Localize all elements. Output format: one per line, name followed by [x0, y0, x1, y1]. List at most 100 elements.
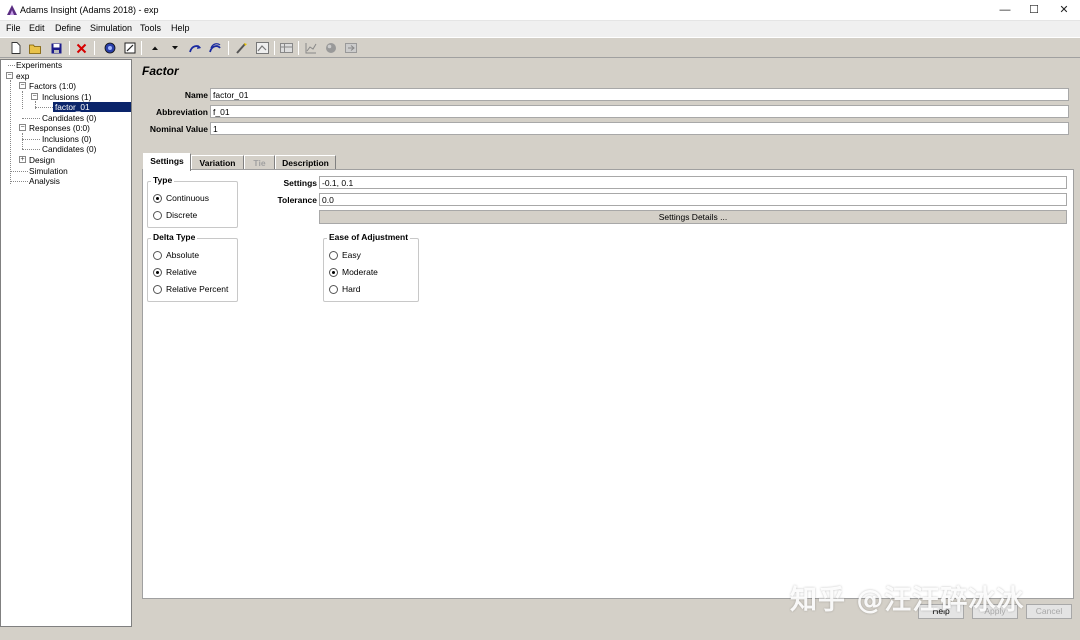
radio-relative-percent-label: Relative Percent [166, 284, 229, 294]
settings-label: Settings [283, 178, 317, 188]
move-up-icon[interactable] [146, 40, 163, 56]
cancel-button: Cancel [1026, 604, 1072, 619]
tab-settings[interactable]: Settings [143, 153, 191, 171]
abbreviation-input[interactable]: f_01 [210, 105, 1069, 118]
chart-icon[interactable] [254, 40, 271, 56]
nominal-value-label: Nominal Value [149, 124, 208, 134]
tree-item-exp[interactable]: exp [16, 71, 29, 81]
run-all-icon[interactable] [207, 40, 224, 56]
maximize-button[interactable]: ☐ [1019, 0, 1049, 21]
radio-absolute[interactable]: Absolute [153, 250, 199, 260]
delta-type-group-title: Delta Type [151, 232, 198, 242]
delete-icon[interactable] [73, 40, 90, 56]
radio-relative[interactable]: Relative [153, 267, 197, 277]
radio-hard-label: Hard [342, 284, 361, 294]
tree-connector [22, 133, 23, 149]
minimize-button[interactable]: — [990, 0, 1020, 21]
menu-edit[interactable]: Edit [29, 23, 45, 33]
tree-connector [22, 139, 40, 140]
radio-hard[interactable]: Hard [329, 284, 360, 294]
radio-easy[interactable]: Easy [329, 250, 361, 260]
tree-connector [10, 181, 28, 182]
tolerance-label: Tolerance [277, 195, 317, 205]
window-title: Adams Insight (Adams 2018) - exp [20, 5, 159, 15]
title-bar: Adams Insight (Adams 2018) - exp — ☐ ✕ [0, 0, 1080, 21]
tree-connector [8, 65, 15, 66]
toolbar [0, 37, 1080, 58]
tree-connector [10, 80, 11, 184]
settings-input[interactable]: -0.1, 0.1 [319, 176, 1067, 189]
radio-unselected-icon [329, 284, 338, 294]
radio-unselected-icon [153, 284, 162, 294]
menu-bar: File Edit Define Simulation Tools Help [0, 21, 1080, 37]
menu-define[interactable]: Define [55, 23, 81, 33]
radio-moderate-label: Moderate [342, 267, 378, 277]
toolbar-separator [228, 41, 229, 55]
open-folder-icon[interactable] [27, 40, 44, 56]
expand-icon[interactable]: + [19, 156, 26, 163]
sphere-icon[interactable] [322, 40, 339, 56]
close-window-button[interactable]: ✕ [1049, 0, 1079, 21]
toolbar-separator [141, 41, 142, 55]
settings-details-button[interactable]: Settings Details ... [319, 210, 1067, 224]
tree-connector [10, 171, 28, 172]
experiment-tree[interactable]: − − − − + Experiments exp Factors (1:0) … [0, 59, 132, 627]
name-input[interactable]: factor_01 [210, 88, 1069, 101]
tab-description[interactable]: Description [275, 155, 336, 170]
radio-moderate[interactable]: Moderate [329, 267, 378, 277]
tree-item-simulation[interactable]: Simulation [29, 166, 68, 176]
tree-connector [22, 149, 40, 150]
tree-connector [35, 107, 53, 108]
globe-icon[interactable] [101, 40, 118, 56]
menu-help[interactable]: Help [171, 23, 190, 33]
radio-relative-percent[interactable]: Relative Percent [153, 284, 228, 294]
tree-connector [22, 91, 23, 109]
move-down-icon[interactable] [166, 40, 183, 56]
menu-tools[interactable]: Tools [140, 23, 161, 33]
radio-continuous[interactable]: Continuous [153, 193, 209, 203]
save-icon[interactable] [48, 40, 65, 56]
toolbar-separator [274, 41, 275, 55]
tree-item-factor-inclusions[interactable]: Inclusions (1) [42, 92, 91, 102]
menu-file[interactable]: File [6, 23, 21, 33]
new-file-icon[interactable] [7, 40, 24, 56]
toolbar-separator [69, 41, 70, 55]
collapse-icon[interactable]: − [6, 72, 13, 79]
radio-selected-icon [153, 193, 162, 203]
type-group-title: Type [151, 175, 175, 185]
plot-icon[interactable] [302, 40, 319, 56]
abbreviation-label: Abbreviation [156, 107, 208, 117]
name-label: Name [184, 90, 208, 100]
tree-item-factor-01[interactable]: factor_01 [53, 102, 131, 112]
export-icon[interactable] [342, 40, 359, 56]
tree-item-experiments[interactable]: Experiments [16, 60, 62, 70]
radio-selected-icon [153, 267, 162, 277]
collapse-icon[interactable]: − [19, 124, 26, 131]
nominal-value-input[interactable]: 1 [210, 122, 1069, 135]
radio-relative-label: Relative [166, 267, 197, 277]
tree-item-design[interactable]: Design [29, 155, 55, 165]
toolbar-separator [298, 41, 299, 55]
toolbar-separator [94, 41, 95, 55]
radio-unselected-icon [153, 250, 162, 260]
radio-continuous-label: Continuous [166, 193, 210, 203]
collapse-icon[interactable]: − [19, 82, 26, 89]
tree-item-factors[interactable]: Factors (1:0) [29, 81, 76, 91]
tree-item-analysis[interactable]: Analysis [29, 176, 60, 186]
collapse-icon[interactable]: − [31, 93, 38, 100]
menu-simulation[interactable]: Simulation [90, 23, 132, 33]
tolerance-input[interactable]: 0.0 [319, 193, 1067, 206]
run-icon[interactable] [187, 40, 204, 56]
model-icon[interactable] [121, 40, 138, 56]
tree-item-factor-candidates[interactable]: Candidates (0) [42, 113, 96, 123]
tab-tie: Tie [244, 155, 275, 170]
tab-variation[interactable]: Variation [191, 155, 244, 170]
table-icon[interactable] [278, 40, 295, 56]
wand-icon[interactable] [233, 40, 250, 56]
adams-app-icon [7, 5, 17, 15]
type-group [147, 181, 238, 228]
tree-item-response-candidates[interactable]: Candidates (0) [42, 144, 96, 154]
radio-discrete[interactable]: Discrete [153, 210, 197, 220]
tree-item-responses[interactable]: Responses (0:0) [29, 123, 90, 133]
tree-item-response-inclusions[interactable]: Inclusions (0) [42, 134, 91, 144]
